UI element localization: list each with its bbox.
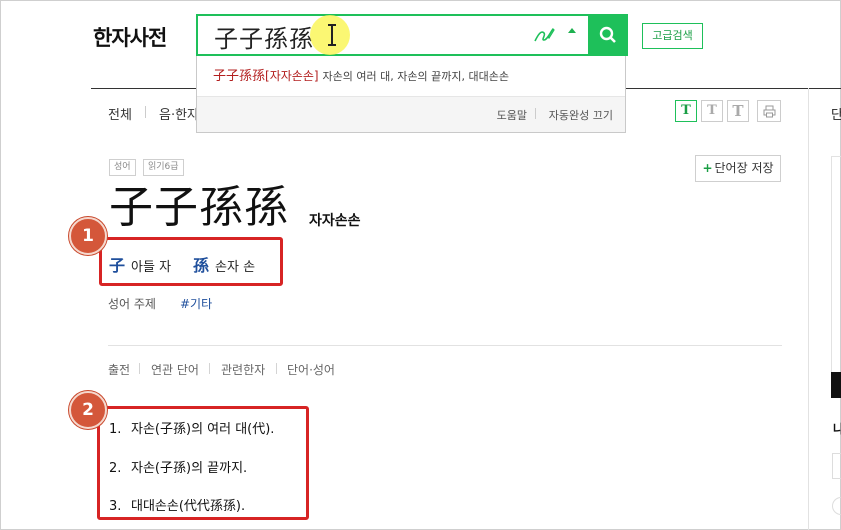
font-size-medium-button[interactable]: T (701, 100, 723, 122)
suggestion-reading: [자자손손] (265, 69, 319, 83)
entry-title-hanja: 子子孫孫 (109, 182, 289, 233)
advanced-search-button[interactable]: 고급검색 (642, 23, 703, 49)
site-logo[interactable]: 한자사전 (93, 22, 167, 52)
search-input[interactable] (214, 22, 514, 50)
tab-sound-hanja[interactable]: 음·한자 (159, 104, 199, 123)
topic-tag-link[interactable]: #기타 (180, 295, 212, 312)
subtab-words-idioms[interactable]: 단어·성어 (287, 361, 335, 378)
font-size-large-button[interactable]: T (727, 100, 749, 122)
component-hanja: 子 (109, 256, 126, 275)
save-to-wordbook-button[interactable]: + 단어장 저장 (695, 155, 781, 182)
definition-item: 2. 자손(子孫)의 끝까지. (109, 457, 247, 476)
autocomplete-off-link[interactable]: 자동완성 끄기 (549, 107, 613, 123)
definition-item: 1. 자손(子孫)의 여러 대(代). (109, 418, 274, 437)
definition-number: 3. (109, 499, 122, 514)
entry-title-reading: 자자손손 (309, 213, 361, 229)
subtab-related-hanja[interactable]: 관련한자 (221, 361, 265, 378)
print-icon (763, 105, 776, 118)
subtab-source[interactable]: 출전 (108, 361, 130, 378)
suggestion-meaning: 자손의 여러 대, 자손의 끝까지, 대대손손 (322, 70, 509, 83)
subtab-separator (139, 363, 140, 374)
section-divider (108, 345, 782, 346)
definition-text: 자손(子孫)의 끝까지. (131, 461, 248, 476)
component-char-2[interactable]: 孫 손자 손 (193, 252, 255, 276)
definition-number: 1. (109, 422, 122, 437)
topic-label: 성어 주제 (108, 297, 156, 311)
right-column-button[interactable] (832, 453, 841, 479)
save-label: 단어장 저장 (714, 161, 774, 175)
callout-badge-1: 1 (69, 217, 107, 255)
print-button[interactable] (757, 100, 781, 122)
subtab-separator (209, 363, 210, 374)
callout-badge-2: 2 (69, 391, 107, 429)
font-size-small-button[interactable]: T (675, 100, 697, 122)
component-hanja: 孫 (193, 256, 210, 275)
right-column-image (831, 372, 841, 398)
right-column-divider (808, 88, 809, 530)
right-column-panel (831, 156, 841, 398)
component-char-1[interactable]: 子 아들 자 (109, 252, 171, 276)
component-meaning: 아들 자 (131, 260, 172, 275)
subtab-related-words[interactable]: 연관 단어 (151, 361, 199, 378)
autocomplete-footer: 도움말 자동완성 끄기 (197, 96, 625, 132)
magnifier-icon (599, 26, 616, 43)
subtab-separator (276, 363, 277, 374)
definition-number: 2. (109, 461, 122, 476)
autocomplete-dropdown: 子子孫孫[자자손손] 자손의 여러 대, 자손의 끝까지, 대대손손 도움말 자동… (196, 56, 626, 133)
search-button[interactable] (588, 14, 628, 56)
definition-item: 3. 대대손손(代代孫孫). (109, 495, 245, 514)
suggestion-hanja: 子子孫孫 (213, 69, 266, 84)
definition-text: 자손(子孫)의 여러 대(代). (131, 422, 275, 437)
definition-text: 대대손손(代代孫孫). (131, 499, 246, 514)
help-link[interactable]: 도움말 (497, 107, 527, 123)
search-box (196, 14, 628, 56)
component-meaning: 손자 손 (215, 260, 256, 275)
right-column-tab[interactable]: 단 (831, 104, 841, 123)
tab-all[interactable]: 전체 (108, 104, 132, 123)
right-column-heading: 나 (833, 422, 841, 436)
handwriting-icon[interactable] (532, 25, 556, 45)
caret-up-icon[interactable] (568, 28, 576, 33)
footer-separator (535, 108, 536, 119)
badge-idiom: 성어 (109, 159, 136, 176)
badge-level: 읽기6급 (143, 159, 184, 176)
plus-icon: + (702, 161, 713, 175)
tab-separator (145, 106, 146, 118)
autocomplete-suggestion[interactable]: 子子孫孫[자자손손] 자손의 여러 대, 자손의 끝까지, 대대손손 (213, 65, 509, 84)
text-cursor-icon (328, 24, 336, 46)
